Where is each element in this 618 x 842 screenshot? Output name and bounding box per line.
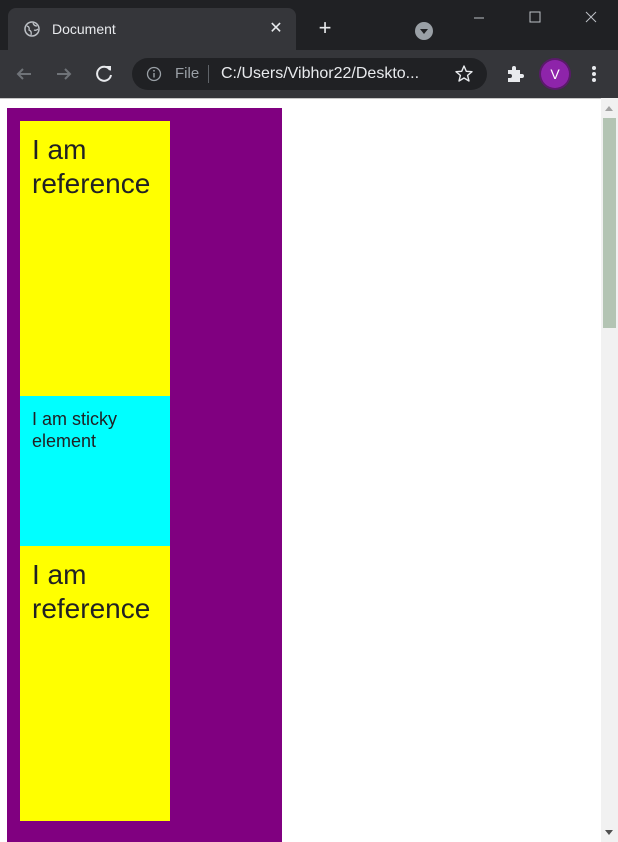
forward-arrow-icon[interactable] xyxy=(52,62,76,86)
close-window-icon[interactable] xyxy=(568,4,614,32)
reference-box-top: I am reference xyxy=(20,121,170,396)
puzzle-icon[interactable] xyxy=(503,62,527,86)
address-divider xyxy=(208,65,209,83)
kebab-menu-icon[interactable] xyxy=(582,62,606,86)
reference-text: I am reference xyxy=(32,559,151,624)
minimize-icon[interactable] xyxy=(456,4,502,32)
container-box: I am reference I am sticky element I am … xyxy=(7,108,282,842)
scheme-label: File xyxy=(175,65,200,82)
browser-tabstrip: Document ✕ + xyxy=(0,0,618,50)
sticky-text: I am sticky element xyxy=(32,409,118,451)
info-icon[interactable] xyxy=(146,66,162,82)
page-viewport: I am reference I am sticky element I am … xyxy=(0,98,618,842)
tab-document[interactable]: Document ✕ xyxy=(8,8,296,50)
address-bar[interactable]: File C:/Users/Vibhor22/Deskto... xyxy=(132,58,487,90)
reference-text: I am reference xyxy=(32,134,151,199)
url-text[interactable]: C:/Users/Vibhor22/Deskto... xyxy=(221,65,419,83)
scrollbar-thumb[interactable] xyxy=(603,118,616,328)
back-arrow-icon[interactable] xyxy=(12,62,36,86)
tab-search-icon[interactable] xyxy=(415,22,433,40)
avatar[interactable]: V xyxy=(541,60,569,88)
scroll-up-icon[interactable] xyxy=(605,106,613,111)
reload-icon[interactable] xyxy=(92,62,116,86)
maximize-icon[interactable] xyxy=(512,4,558,32)
sticky-element: I am sticky element xyxy=(20,396,170,546)
vertical-scrollbar[interactable] xyxy=(601,98,618,842)
star-icon[interactable] xyxy=(454,64,474,84)
close-tab-icon[interactable]: ✕ xyxy=(266,19,286,39)
tab-title: Document xyxy=(52,21,116,37)
browser-toolbar: File C:/Users/Vibhor22/Deskto... xyxy=(0,50,618,98)
reference-box-bottom: I am reference xyxy=(20,546,170,821)
new-tab-button[interactable]: + xyxy=(313,16,337,40)
scroll-down-icon[interactable] xyxy=(605,830,613,835)
globe-icon xyxy=(24,21,40,37)
